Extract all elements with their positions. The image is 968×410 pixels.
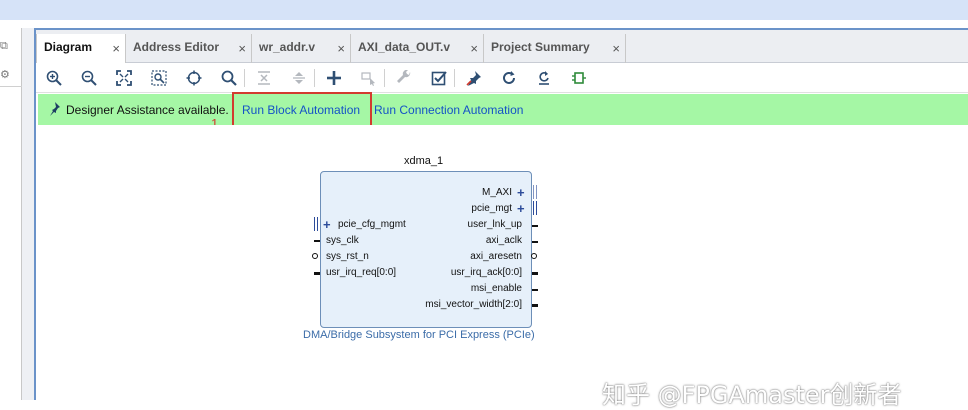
search-icon[interactable] — [219, 68, 239, 88]
run-connection-automation-link[interactable]: Run Connection Automation — [374, 103, 523, 117]
panel-divider — [0, 86, 22, 87]
assistance-message: Designer Assistance available. — [66, 103, 229, 117]
diagram-toolbar — [36, 63, 968, 93]
bus-interface-marker — [317, 217, 318, 231]
close-icon[interactable]: × — [238, 41, 246, 56]
auto-fit-selection-icon[interactable] — [184, 68, 204, 88]
left-side-panel: ⧉ ⚙ — [0, 28, 22, 400]
tab-address-editor[interactable]: Address Editor × — [126, 34, 252, 63]
tab-label: Address Editor — [133, 40, 220, 54]
validate-icon[interactable] — [429, 68, 449, 88]
gear-icon[interactable]: ⚙ — [0, 69, 12, 81]
close-icon[interactable]: × — [112, 41, 120, 56]
tab-label: Diagram — [44, 40, 93, 54]
active-low-bubble — [312, 253, 318, 259]
port-pin — [532, 225, 538, 227]
fit-icon[interactable] — [114, 68, 134, 88]
add-ip-icon[interactable] — [324, 68, 344, 88]
port-axi-aresetn[interactable]: axi_aresetn — [422, 251, 522, 262]
toolbar-separator — [384, 69, 385, 87]
tab-bar: Diagram × Address Editor × wr_addr.v × A… — [36, 30, 968, 64]
restore-icon[interactable]: ⧉ — [0, 40, 12, 52]
zoom-in-icon[interactable] — [44, 68, 64, 88]
port-pin — [532, 289, 538, 291]
zoom-out-icon[interactable] — [79, 68, 99, 88]
active-low-bubble — [531, 253, 537, 259]
port-pin — [532, 241, 538, 243]
port-msi-vector-width[interactable]: msi_vector_width[2:0] — [402, 299, 522, 310]
expand-icon[interactable] — [289, 68, 309, 88]
bus-interface-marker — [533, 201, 534, 215]
bus-interface-marker — [536, 185, 537, 199]
tab-project-summary[interactable]: Project Summary × — [484, 34, 626, 63]
port-pcie-cfg-mgmt[interactable]: pcie_cfg_mgmt — [338, 219, 406, 230]
panel-gap — [22, 28, 34, 400]
port-usr-irq-ack[interactable]: usr_irq_ack[0:0] — [422, 267, 522, 278]
bus-interface-marker — [314, 217, 315, 231]
designer-assistance-bar: Designer Assistance available. Run Block… — [38, 94, 968, 125]
diagram-window: Diagram × Address Editor × wr_addr.v × A… — [34, 28, 968, 409]
port-pin — [532, 304, 538, 307]
port-axi-aclk[interactable]: axi_aclk — [422, 235, 522, 246]
toolbar-separator — [244, 69, 245, 87]
collapse-icon[interactable] — [254, 68, 274, 88]
pin-icon[interactable] — [464, 68, 484, 88]
port-pcie-mgt[interactable]: pcie_mgt — [432, 203, 512, 214]
port-pin — [314, 240, 320, 242]
toolbar-separator — [454, 69, 455, 87]
wrench-icon[interactable] — [394, 68, 414, 88]
toolbar-separator — [314, 69, 315, 87]
tab-label: wr_addr.v — [259, 40, 316, 54]
port-user-lnk-up[interactable]: user_lnk_up — [422, 219, 522, 230]
tab-label: Project Summary — [491, 40, 590, 54]
layout-icon[interactable] — [569, 68, 589, 88]
regenerate-icon[interactable] — [534, 68, 554, 88]
port-pin — [532, 272, 538, 275]
close-icon[interactable]: × — [612, 41, 620, 56]
port-sys-clk[interactable]: sys_clk — [326, 235, 359, 246]
bus-interface-marker — [533, 185, 534, 199]
close-icon[interactable]: × — [470, 41, 478, 56]
tab-diagram[interactable]: Diagram × — [36, 34, 126, 64]
tab-label: AXI_data_OUT.v — [358, 40, 451, 54]
watermark-text: 知乎 @FPGAmaster创新者 — [602, 381, 902, 409]
tab-axi-data-out[interactable]: AXI_data_OUT.v × — [351, 34, 484, 63]
port-usr-irq-req[interactable]: usr_irq_req[0:0] — [326, 267, 396, 278]
ip-block-subtitle: DMA/Bridge Subsystem for PCI Express (PC… — [303, 329, 535, 341]
expand-interface-icon[interactable]: + — [517, 202, 525, 215]
pointer-disabled-icon[interactable] — [359, 68, 379, 88]
tab-wr-addr[interactable]: wr_addr.v × — [252, 34, 351, 63]
refresh-icon[interactable] — [499, 68, 519, 88]
ip-instance-name: xdma_1 — [404, 155, 444, 167]
port-sys-rst-n[interactable]: sys_rst_n — [326, 251, 369, 262]
top-strip — [0, 0, 968, 20]
port-msi-enable[interactable]: msi_enable — [422, 283, 522, 294]
close-icon[interactable]: × — [337, 41, 345, 56]
zoom-area-icon[interactable] — [149, 68, 169, 88]
expand-interface-icon[interactable]: + — [323, 218, 331, 231]
port-m-axi[interactable]: M_AXI — [432, 187, 512, 198]
bus-interface-marker — [536, 201, 537, 215]
expand-interface-icon[interactable]: + — [517, 186, 525, 199]
assistance-pin-icon — [50, 102, 60, 116]
port-pin — [314, 272, 320, 275]
